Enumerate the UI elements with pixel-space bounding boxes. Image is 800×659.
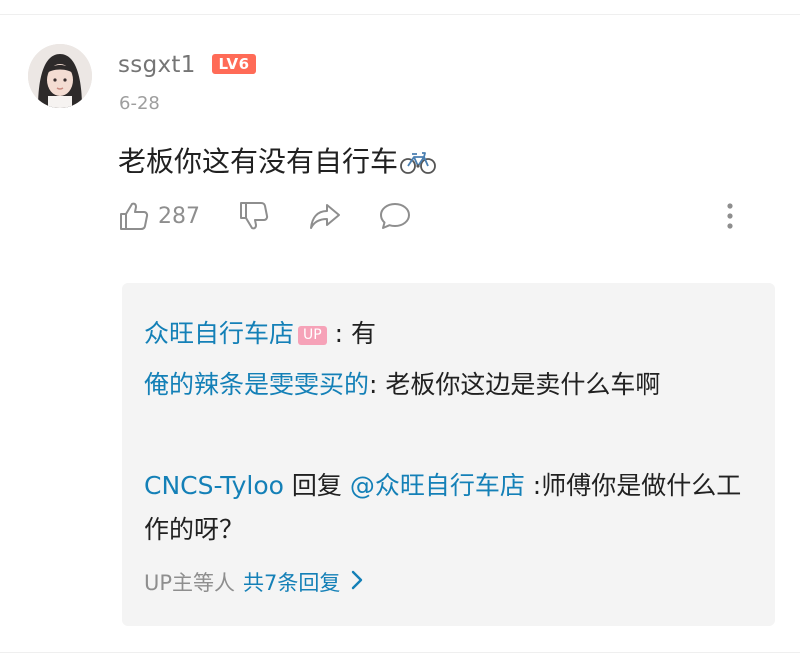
more-replies-prefix: UP主等人 [144, 571, 236, 595]
reply-item: 俺的辣条是雯雯买的: 老板你这边是卖什么车啊 [144, 363, 744, 407]
thumbs-up-icon [120, 202, 149, 230]
comment-text: 老板你这有没有自行车 [118, 140, 436, 182]
comment-body: 老板你这有没有自行车 [118, 145, 399, 178]
reply-separator: : [524, 471, 542, 500]
username[interactable]: ssgxt1 [118, 52, 196, 78]
reply-mention[interactable]: @众旺自行车店 [350, 471, 525, 500]
top-divider [0, 14, 800, 15]
like-button[interactable]: 287 [118, 200, 200, 232]
like-count: 287 [158, 203, 200, 229]
up-badge: UP [298, 326, 327, 345]
more-vertical-icon [727, 203, 733, 229]
reply-item: 众旺自行车店 UP : 有 [144, 312, 744, 356]
bicycle-icon [400, 149, 436, 182]
avatar-image [28, 44, 92, 108]
reply-author[interactable]: CNCS-Tyloo [144, 471, 284, 500]
reply-separator: : [326, 319, 352, 348]
dislike-button[interactable] [238, 200, 270, 232]
view-all-replies-link[interactable]: UP主等人 共7条回复 [144, 567, 364, 597]
reply-author[interactable]: 众旺自行车店 [144, 319, 294, 348]
reply-author[interactable]: 俺的辣条是雯雯买的 [144, 370, 369, 399]
bottom-divider [0, 652, 800, 653]
reply-preview-box[interactable]: 众旺自行车店 UP : 有 俺的辣条是雯雯买的: 老板你这边是卖什么车啊 CNCS… [122, 283, 775, 626]
more-replies-count: 共7条回复 [243, 571, 341, 595]
share-button[interactable] [308, 200, 342, 232]
chevron-right-icon [350, 569, 364, 596]
comment-date: 6-28 [119, 93, 160, 114]
reply-text: 有 [351, 319, 377, 348]
reply-text: 老板你这边是卖什么车啊 [385, 370, 661, 399]
reply-separator: : [369, 370, 386, 399]
comment-bubble-icon [380, 203, 410, 229]
reply-word: 回复 [283, 471, 350, 500]
level-badge: LV6 [212, 54, 256, 74]
avatar[interactable] [28, 44, 92, 108]
reply-item: CNCS-Tyloo 回复 @众旺自行车店 :师傅你是做什么工作的呀？ [144, 464, 744, 552]
more-options-button[interactable] [720, 200, 740, 232]
reply-button[interactable] [378, 200, 412, 232]
thumbs-down-icon [240, 202, 269, 230]
share-icon [310, 204, 340, 229]
